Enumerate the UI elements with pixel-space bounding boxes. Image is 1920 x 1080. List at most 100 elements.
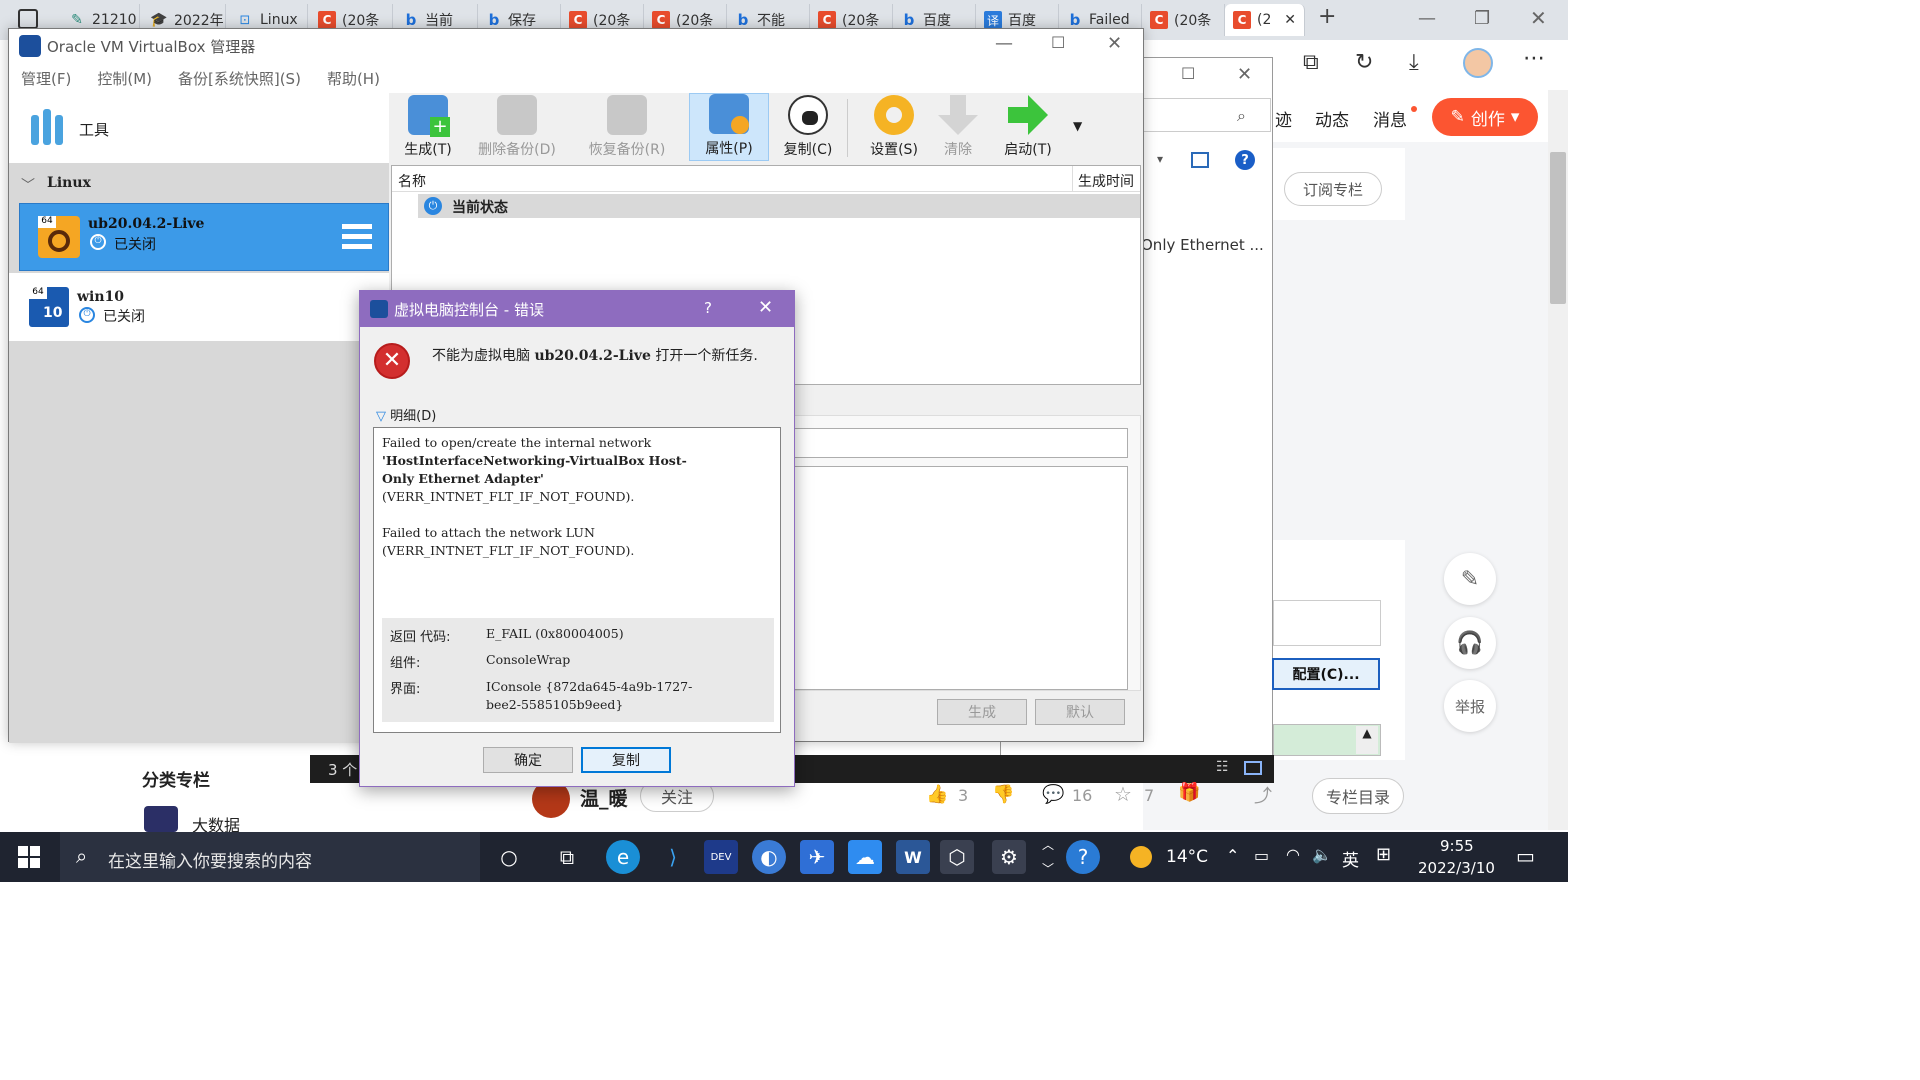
collections-icon[interactable]: ⧉	[1303, 50, 1319, 75]
dislike-icon[interactable]: 👎	[992, 784, 1014, 805]
vm-item-win10[interactable]: 64 10 win10 ⏻ 已关闭	[9, 273, 389, 341]
help-button[interactable]: ?	[704, 299, 712, 317]
vscode-icon[interactable]: ⟩	[656, 840, 690, 874]
details-box[interactable]: Failed to open/create the internal netwo…	[373, 427, 781, 733]
word-icon[interactable]: W	[896, 840, 930, 874]
headset-icon[interactable]: 🎧	[1444, 617, 1496, 669]
cortana-icon[interactable]: ○	[492, 840, 526, 874]
nav-messages[interactable]: 消息	[1373, 106, 1407, 131]
like-icon[interactable]: 👍	[926, 784, 948, 805]
vm-item-ub20[interactable]: 64 ub20.04.2-Live ⏻ 已关闭	[19, 203, 389, 271]
menu-control[interactable]: 控制(M)	[97, 68, 152, 89]
star-icon[interactable]: ☆	[1114, 782, 1132, 806]
page-scrollbar[interactable]	[1548, 90, 1568, 830]
virtualbox-icon[interactable]: ⬡	[940, 840, 974, 874]
maximize-icon[interactable]: ❐	[1474, 8, 1490, 29]
scrollbar-thumb[interactable]	[1550, 152, 1566, 304]
chevron-down-icon[interactable]: ﹀	[1042, 860, 1054, 877]
snapshot-name-field[interactable]	[792, 428, 1128, 458]
column-time[interactable]: 生成时间	[1078, 171, 1134, 191]
search-field[interactable]	[1143, 98, 1271, 132]
feishu-icon[interactable]: ✈	[800, 840, 834, 874]
close-icon[interactable]: ✕	[1530, 6, 1547, 30]
close-tab-icon[interactable]: ✕	[1284, 12, 1296, 28]
ime-indicator[interactable]: 英	[1342, 846, 1359, 871]
notification-icon[interactable]: ▭	[1516, 844, 1535, 868]
tools-row[interactable]: 工具	[9, 93, 389, 163]
chevron-down-icon[interactable]: ▾	[1157, 152, 1163, 166]
scroll-up-icon[interactable]: ▲	[1356, 726, 1378, 754]
close-icon[interactable]: ✕	[758, 297, 773, 318]
avatar[interactable]	[1463, 48, 1493, 78]
chevron-up-icon[interactable]: ︿	[1042, 836, 1054, 853]
restore-snapshot-button[interactable]: 恢复备份(R)	[575, 93, 679, 161]
task-view-icon[interactable]: ⧉	[550, 840, 584, 874]
clock-date[interactable]: 2022/3/10	[1418, 859, 1495, 877]
list-view-icon[interactable]: ☷	[1216, 759, 1229, 775]
snapshot-current-state[interactable]: ⏻ 当前状态	[418, 194, 1140, 218]
menu-help[interactable]: 帮助(H)	[327, 68, 380, 89]
help-icon[interactable]: ?	[1066, 840, 1100, 874]
weather-sun-icon[interactable]	[1130, 846, 1152, 868]
chevron-down-icon[interactable]: ﹀	[21, 175, 35, 195]
gift-icon[interactable]: 🎁	[1178, 782, 1200, 803]
browser-tab[interactable]: C (2 ✕	[1225, 4, 1305, 36]
settings-button[interactable]: 设置(S)	[863, 93, 925, 161]
devcpp-icon[interactable]: DEV	[704, 840, 738, 874]
app-icon[interactable]: ◐	[752, 840, 786, 874]
nav-dynamic[interactable]: 动态	[1315, 106, 1349, 131]
windows-start-icon[interactable]	[18, 846, 40, 868]
chevron-down-icon[interactable]: ▼	[1073, 119, 1082, 133]
battery-icon[interactable]: ▭	[1254, 846, 1269, 865]
browser-tab[interactable]: C (20条	[1142, 4, 1225, 36]
weather-temp[interactable]: 14°C	[1166, 847, 1208, 867]
layout-icon[interactable]	[1191, 152, 1209, 168]
menu-manage[interactable]: 管理(F)	[21, 68, 71, 89]
default-button[interactable]: 默认	[1035, 699, 1125, 725]
vm-details-menu-icon[interactable]	[342, 222, 372, 252]
share-icon[interactable]: ⤴	[1254, 782, 1272, 808]
taskbar-search[interactable]: ⌕ 在这里输入你要搜索的内容	[60, 832, 480, 882]
close-icon[interactable]: ✕	[1237, 64, 1252, 85]
cloud-icon[interactable]: ☁	[848, 840, 882, 874]
grid-view-icon[interactable]	[1244, 761, 1262, 775]
ime-grid-icon[interactable]: ⊞	[1376, 844, 1391, 865]
search-icon[interactable]: ⌕	[1237, 106, 1246, 126]
wifi-icon[interactable]: ◠	[1286, 845, 1300, 864]
volume-icon[interactable]: 🔈	[1312, 845, 1332, 864]
close-icon[interactable]: ✕	[1107, 33, 1122, 54]
delete-snapshot-button[interactable]: 删除备份(D)	[465, 93, 569, 161]
menu-snapshot[interactable]: 备份[系统快照](S)	[178, 68, 301, 89]
maximize-icon[interactable]: ☐	[1181, 64, 1195, 83]
new-tab-button[interactable]: +	[1318, 4, 1336, 29]
edge-icon[interactable]: e	[606, 840, 640, 874]
maximize-icon[interactable]: ☐	[1051, 33, 1065, 52]
column-dir-button[interactable]: 专栏目录	[1312, 778, 1404, 814]
edit-icon[interactable]: ✎	[1444, 553, 1496, 605]
more-icon[interactable]: ⋯	[1523, 46, 1545, 71]
help-icon[interactable]: ?	[1235, 150, 1255, 170]
snapshot-description-field[interactable]	[792, 466, 1128, 690]
report-button[interactable]: 举报	[1444, 680, 1496, 732]
ok-button[interactable]: 确定	[483, 747, 573, 773]
generate-button[interactable]: 生成	[937, 699, 1027, 725]
author-name[interactable]: 温_暖	[580, 784, 628, 811]
history-icon[interactable]: ↻	[1355, 50, 1373, 75]
clock-time[interactable]: 9:55	[1440, 837, 1474, 855]
subscribe-button[interactable]: 订阅专栏	[1284, 172, 1382, 206]
start-button[interactable]: 启动(T)	[993, 93, 1063, 161]
discard-button[interactable]: 清除	[933, 93, 983, 161]
comment-icon[interactable]: 💬	[1042, 784, 1064, 805]
minimize-icon[interactable]: —	[1418, 8, 1436, 29]
copy-button[interactable]: 复制	[581, 747, 671, 773]
create-button[interactable]: ✎ 创作 ▾	[1432, 98, 1538, 136]
column-name[interactable]: 名称	[398, 171, 426, 191]
nav-trail[interactable]: 迹	[1275, 106, 1292, 131]
group-header[interactable]: ﹀ Linux	[9, 167, 389, 201]
tray-expand-icon[interactable]: ⌃	[1226, 846, 1239, 865]
tab-actions-icon[interactable]	[18, 9, 38, 29]
minimize-icon[interactable]: —	[995, 33, 1013, 54]
download-icon[interactable]: ⤓	[1409, 50, 1419, 75]
clone-button[interactable]: 复制(C)	[777, 93, 839, 161]
settings-icon[interactable]: ⚙	[992, 840, 1026, 874]
